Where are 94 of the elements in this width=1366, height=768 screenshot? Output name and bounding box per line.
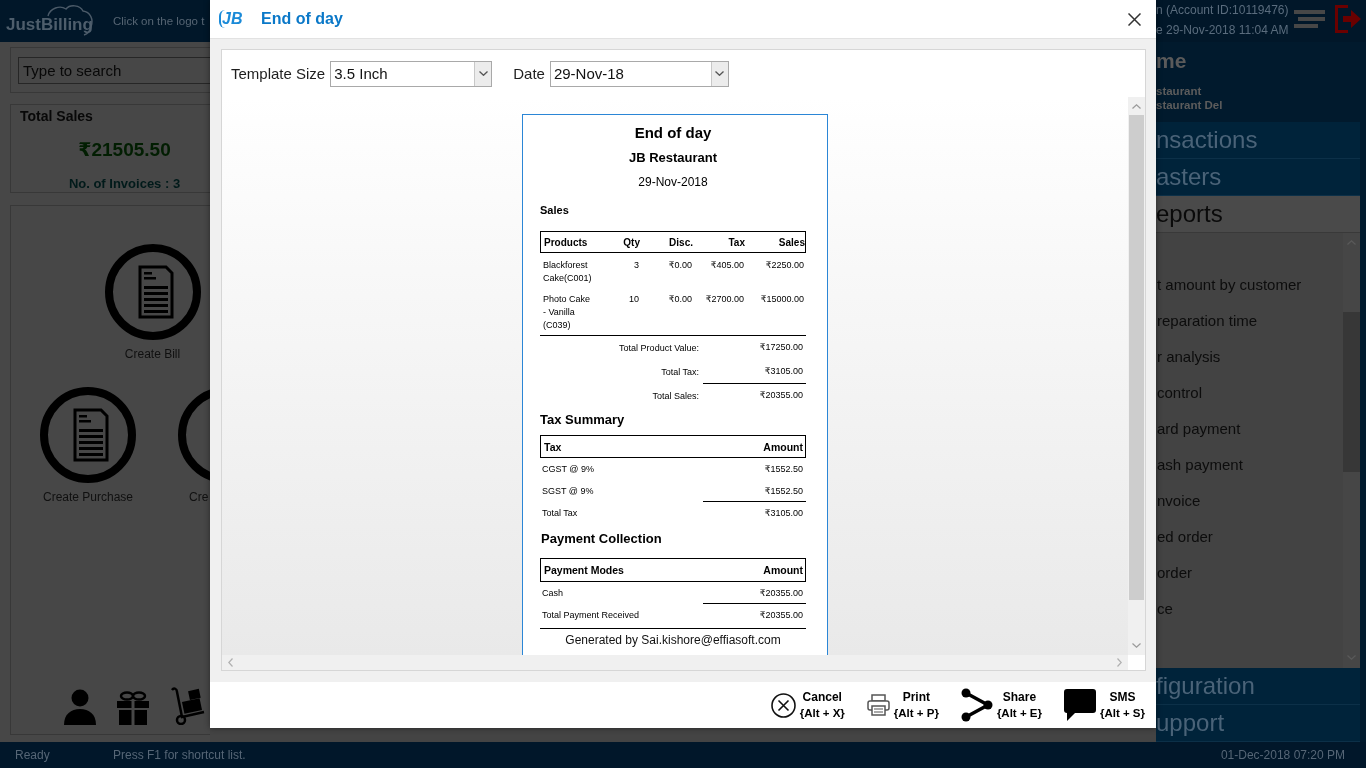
scroll-right-icon[interactable] <box>1117 658 1122 667</box>
table-cell-text: ₹0.00 <box>667 259 693 272</box>
menu-section[interactable]: asters <box>1156 159 1360 196</box>
scrollbar-thumb[interactable] <box>1129 115 1144 600</box>
table-cell-text: 3 <box>633 259 640 272</box>
search-field[interactable]: Type to search <box>18 57 211 84</box>
column-header: Qty <box>622 236 641 248</box>
action-button[interactable]: SMS {Alt + S} <box>1063 689 1145 721</box>
table-cell-text: ₹1552.50 <box>763 463 804 476</box>
generated-by-text: Generated by Sai.kishore@effiasoft.com <box>564 632 782 648</box>
scroll-left-icon[interactable] <box>228 658 233 667</box>
menu-section[interactable]: upport <box>1156 705 1360 742</box>
field-label: Date <box>513 65 545 82</box>
table-cell-text: ₹2700.00 <box>704 293 745 306</box>
share-icon <box>960 688 993 722</box>
account-id: n (Account ID:10119476) <box>1156 2 1290 19</box>
table-cell-text: Blackforest Cake(C001) <box>542 259 593 285</box>
menu-section[interactable]: eports <box>1156 196 1360 233</box>
person-icon[interactable] <box>64 688 96 725</box>
column-header: Amount <box>763 440 803 453</box>
table-cell-text: 10 <box>628 293 640 306</box>
chevron-down-icon <box>478 71 488 76</box>
scroll-up-icon[interactable] <box>1132 104 1141 109</box>
table-cell-text: ₹2250.00 <box>764 259 805 272</box>
total-sales-amount: ₹21505.50 <box>77 139 172 161</box>
field-label: Template Size <box>231 65 326 82</box>
menu-icon[interactable] <box>1294 10 1325 28</box>
gift-icon[interactable] <box>117 691 149 725</box>
table-cell-text: Cash <box>541 588 564 598</box>
action-button[interactable]: Cancel {Alt + X} <box>770 689 845 721</box>
total-value: ₹3105.00 <box>763 507 804 520</box>
status-datetime: 01-Dec-2018 07:20 PM <box>1220 748 1346 762</box>
outlet-name: staurant <box>1156 84 1203 98</box>
table-cell-text: ₹0.00 <box>667 293 693 306</box>
total-value: ₹20355.00 <box>758 389 804 402</box>
column-header: Tax <box>544 440 562 453</box>
total-value: ₹17250.00 <box>758 341 804 354</box>
column-header: Payment Modes <box>544 564 624 576</box>
ring-icon <box>178 387 210 483</box>
table-cell-text: ₹15000.00 <box>759 293 805 306</box>
column-header: Tax <box>727 236 746 248</box>
login-time: e 29-Nov-2018 11:04 AM <box>1156 22 1290 39</box>
action-button[interactable]: Print {Alt + P} <box>866 689 939 721</box>
table-cell-text: Photo Cake - Vanilla (C039) <box>542 293 592 332</box>
column-header: Disc. <box>668 236 694 248</box>
dropdown[interactable]: 3.5 Inch <box>330 60 493 87</box>
logout-icon[interactable] <box>1335 5 1361 33</box>
menu-section[interactable]: nsactions <box>1156 122 1360 159</box>
total-value: ₹3105.00 <box>703 360 806 384</box>
total-label: Total Product Value: <box>618 343 700 353</box>
summary-title: Total Sales <box>20 107 94 125</box>
dialog-title: End of day <box>261 10 343 28</box>
menu-section[interactable]: figuration <box>1156 668 1360 705</box>
table-cell-text: ₹405.00 <box>709 259 745 272</box>
action-button[interactable]: Share {Alt + E} <box>960 688 1042 722</box>
vertical-scrollbar[interactable] <box>1128 97 1145 655</box>
logo-hint: Click on the logo t <box>113 15 205 27</box>
close-icon[interactable] <box>1128 12 1141 26</box>
total-label: Total Payment Received <box>541 610 641 620</box>
section-heading: Payment Collection <box>540 531 663 547</box>
app-logo[interactable]: JustBilling <box>4 3 96 37</box>
dropdown[interactable]: 29-Nov-18 <box>549 60 729 87</box>
chevron-down-icon <box>715 71 725 76</box>
close-circle-icon <box>770 692 796 718</box>
receipt-date: 29-Nov-2018 <box>637 174 709 190</box>
total-label: Total Tax: <box>660 367 700 377</box>
horizontal-scrollbar[interactable] <box>222 655 1128 670</box>
column-header: Sales <box>777 236 806 248</box>
scroll-down-icon[interactable] <box>1132 643 1141 648</box>
scrollbar-thumb[interactable] <box>1343 312 1360 472</box>
invoice-count: No. of Invoices : 3 <box>67 176 182 192</box>
section-heading: Tax Summary <box>540 412 626 428</box>
status-text: Ready <box>14 748 51 762</box>
document-circle-icon <box>40 387 136 483</box>
panel-heading: me <box>1156 48 1188 74</box>
table-cell-text: SGST @ 9% <box>541 486 595 496</box>
total-label: Total Tax <box>541 508 579 518</box>
document-circle-icon <box>104 244 201 340</box>
outlet-name: staurant Del <box>1156 98 1224 112</box>
table-cell-text: CGST @ 9% <box>541 464 595 474</box>
printer-icon <box>866 694 890 716</box>
total-label: Total Sales: <box>651 391 700 401</box>
column-header: Amount <box>763 564 803 576</box>
table-cell: ₹1552.50 <box>703 480 806 502</box>
dialog-logo: JB <box>219 10 244 28</box>
business-name: JB Restaurant <box>627 149 719 167</box>
chat-bubble-icon <box>1063 689 1096 721</box>
shortcut-hint: Press F1 for shortcut list. <box>113 748 246 762</box>
total-value: ₹20355.00 <box>758 609 804 622</box>
receipt-title: End of day <box>633 123 713 143</box>
table-cell: ₹20355.00 <box>703 582 806 604</box>
column-header: Products <box>543 236 589 248</box>
section-heading: Sales <box>540 203 570 217</box>
hand-truck-icon[interactable] <box>170 687 206 725</box>
